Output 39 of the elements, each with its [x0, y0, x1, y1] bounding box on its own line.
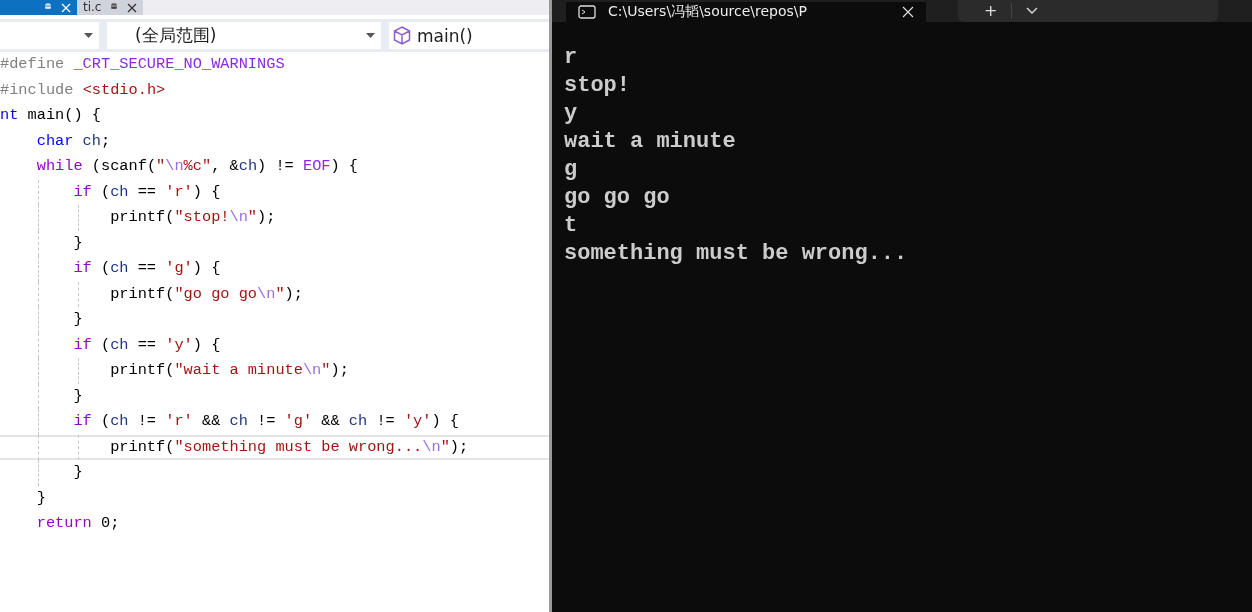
terminal-output-line: t	[564, 212, 579, 240]
code-line: }	[72, 385, 84, 407]
code-line: printf("wait a minute\n");	[109, 360, 350, 381]
code-line: if (ch == 'g') {	[72, 258, 222, 279]
code-line: if (ch != 'r' && ch != 'g' && ch != 'y') {	[72, 411, 460, 432]
member-dropdown[interactable]: main()	[389, 22, 549, 49]
caret-icon	[84, 33, 93, 38]
terminal-output-line: something must be wrong...	[564, 240, 909, 268]
terminal-output-line: stop!	[564, 72, 631, 100]
terminal-output-line: go go go	[564, 184, 671, 212]
code-line: printf("stop!\n");	[109, 207, 277, 228]
code-line: char ch;	[35, 130, 112, 152]
code-line: #define _CRT_SECURE_NO_WARNINGS	[0, 54, 286, 75]
file-tab[interactable]: ti.c	[77, 0, 144, 15]
code-line: if (ch == 'y') {	[72, 334, 222, 356]
caret-icon	[366, 33, 375, 38]
code-line: nt main() {	[0, 105, 102, 126]
close-icon[interactable]	[127, 2, 138, 13]
code-line: }	[35, 487, 47, 509]
chevron-down-icon[interactable]	[1026, 7, 1039, 15]
code-line: while (scanf("\n%c", &ch) != EOF) {	[35, 156, 360, 177]
code-line: printf("something must be wrong...\n");	[0, 434, 549, 460]
code-line: }	[72, 462, 84, 483]
code-line: printf("go go go\n");	[109, 283, 304, 305]
terminal-output-line: r	[564, 44, 579, 72]
code-line: }	[72, 309, 84, 330]
code-line: }	[72, 232, 84, 254]
cube-icon	[393, 26, 411, 45]
terminal-output-line: g	[564, 156, 579, 184]
code-line: if (ch == 'r') {	[72, 181, 222, 203]
code-line: return 0;	[35, 513, 121, 534]
code-line: #include <stdio.h>	[0, 79, 167, 101]
scope-dropdown[interactable]: (全局范围)	[107, 22, 381, 49]
file-tab[interactable]	[0, 0, 77, 15]
terminal-output-line: y	[564, 100, 579, 128]
terminal-icon	[578, 5, 596, 19]
terminal-tab[interactable]: C:\Users\冯韬\source\repos\P	[566, 2, 926, 22]
terminal-output-line: wait a minute	[564, 128, 737, 156]
new-tab-button[interactable]: +	[984, 1, 998, 21]
